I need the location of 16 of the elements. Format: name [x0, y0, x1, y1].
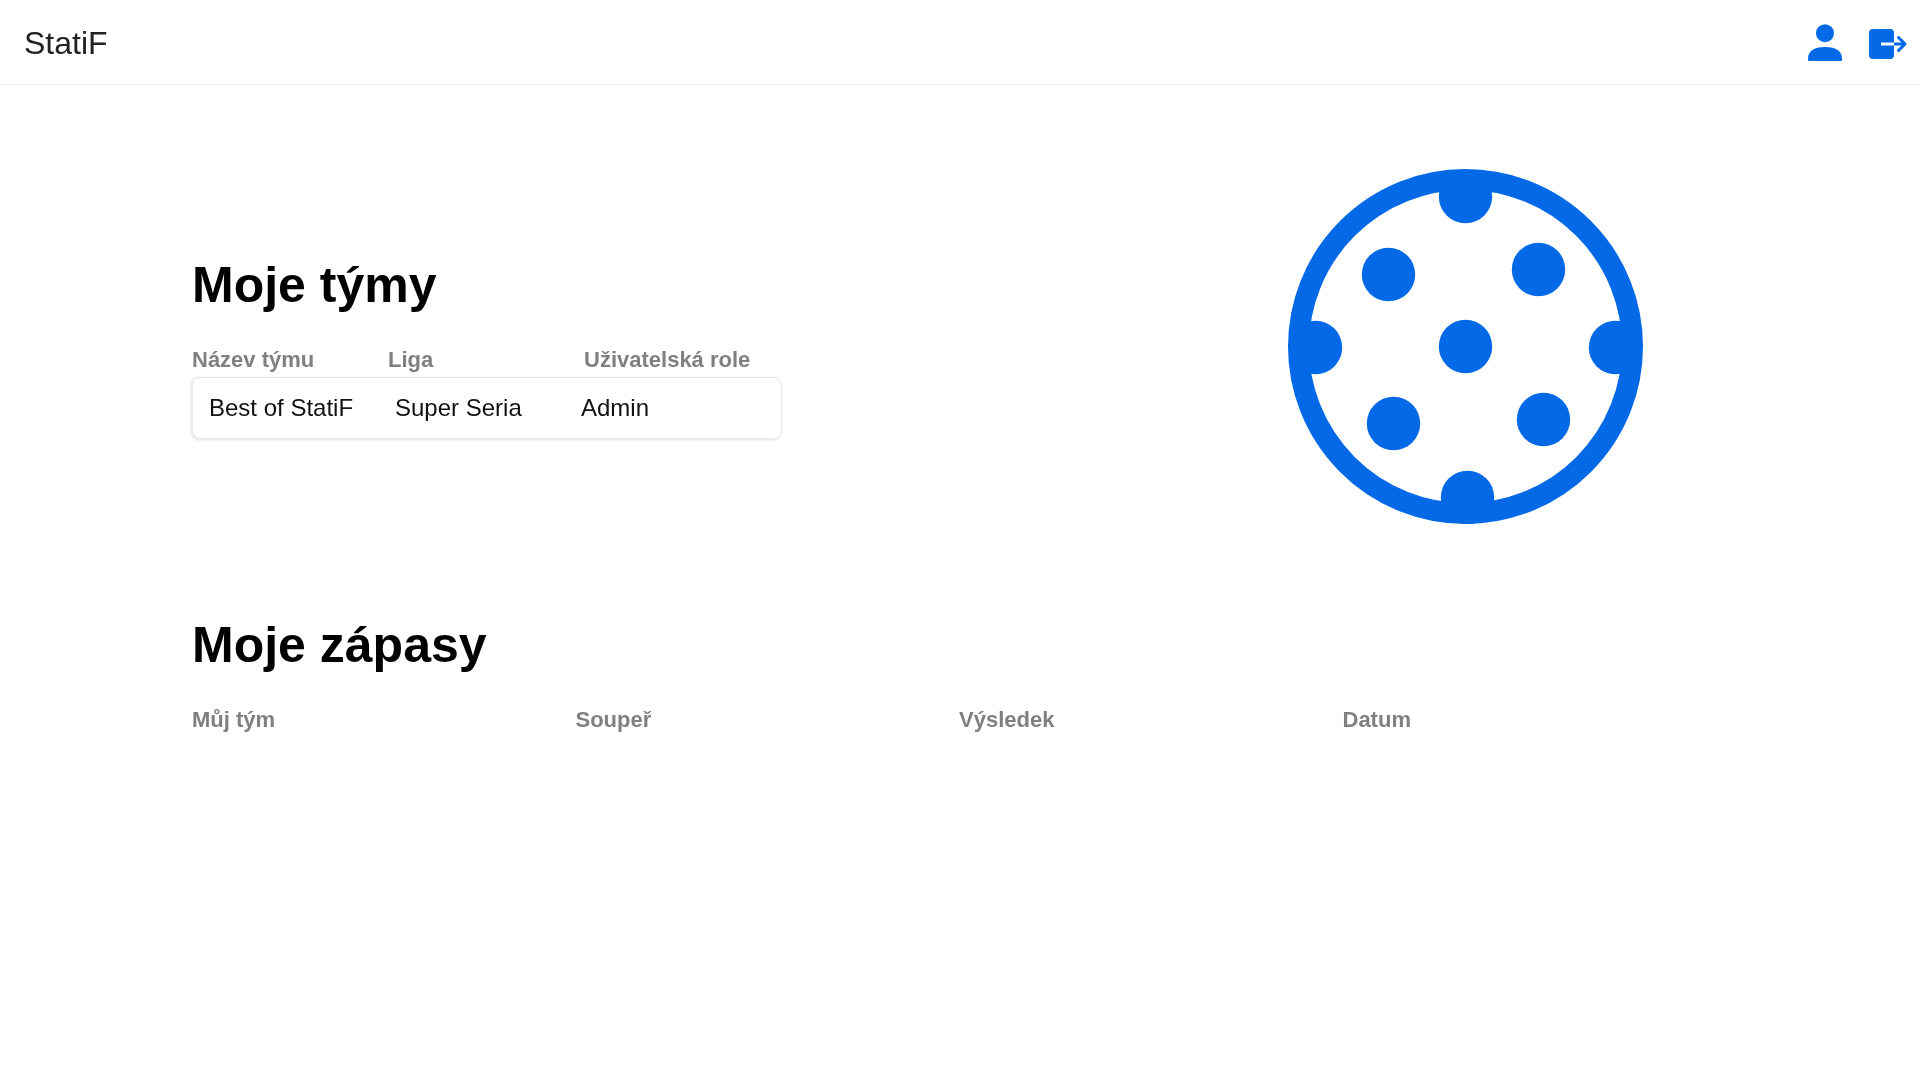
column-header: Uživatelská role [584, 346, 751, 373]
section-title: Moje týmy [192, 255, 438, 315]
team-row[interactable]: Best of StatiF Super Seria Admin [192, 376, 782, 439]
user-icon[interactable] [1808, 23, 1842, 61]
table-cell: Super Seria [395, 393, 522, 422]
logout-icon[interactable] [1869, 28, 1907, 59]
app-title: StatiF [24, 24, 108, 63]
table-cell: Best of StatiF [209, 393, 354, 422]
table-cell: Admin [581, 393, 650, 422]
section-title: Moje zápasy [192, 616, 488, 675]
column-header: Můj tým [192, 707, 276, 733]
column-header: Soupeř [575, 707, 652, 733]
column-header: Název týmu [192, 346, 315, 373]
column-header: Liga [388, 346, 434, 373]
column-header: Výsledek [959, 707, 1055, 733]
column-header: Datum [1342, 707, 1411, 733]
